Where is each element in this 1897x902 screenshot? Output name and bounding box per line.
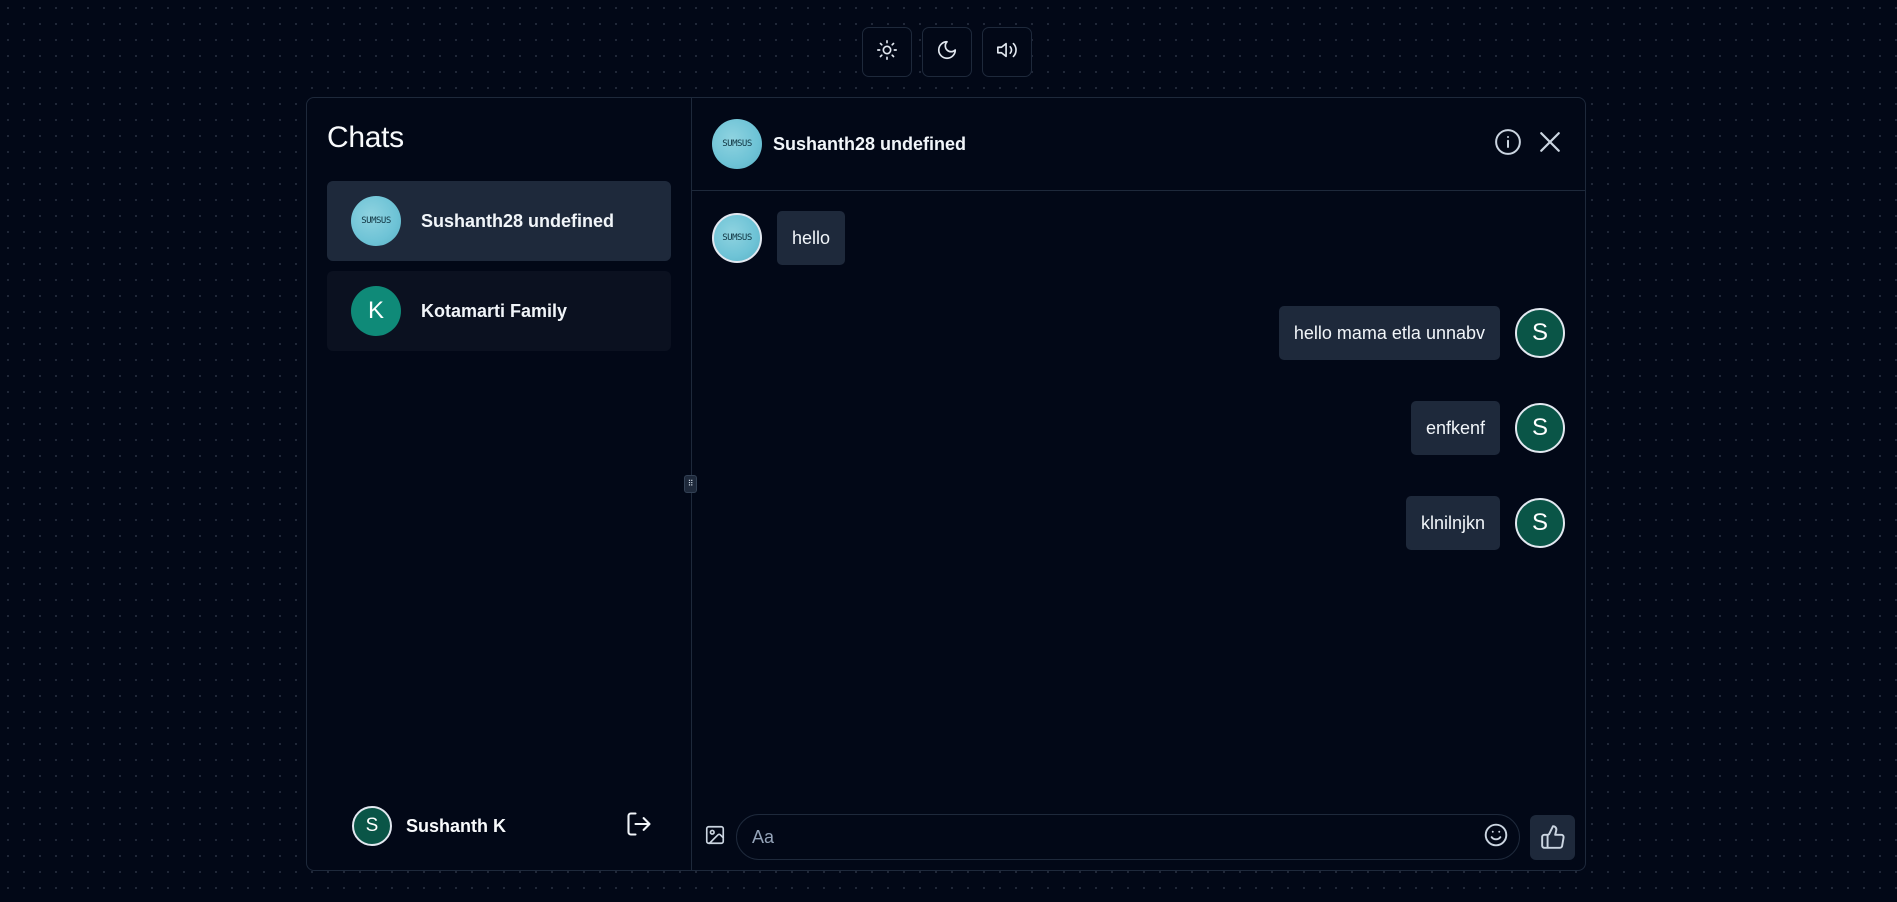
sidebar-title: Chats xyxy=(327,121,404,154)
message-composer xyxy=(692,804,1585,870)
logout-icon xyxy=(625,811,653,842)
emoji-button[interactable] xyxy=(1483,822,1509,853)
message-input[interactable] xyxy=(752,826,1483,848)
message-bubble: hello xyxy=(777,211,846,265)
conversation-title: Sushanth28 undefined xyxy=(773,133,967,154)
theme-toolbar xyxy=(862,27,1032,77)
emoji-icon xyxy=(1484,823,1508,846)
avatar[interactable]: SUMSUS xyxy=(712,119,762,169)
info-icon xyxy=(1495,128,1521,155)
current-user[interactable]: S Sushanth K xyxy=(352,806,506,846)
avatar-image-text: SUMSUS xyxy=(361,216,391,226)
message-outgoing: klnilnjkn S xyxy=(1405,496,1565,550)
message-outgoing: hello mama etla unnabv S xyxy=(1278,306,1565,360)
avatar: S xyxy=(1515,308,1565,358)
chat-list-item-name: Sushanth28 undefined xyxy=(421,210,615,231)
thumbs-up-icon xyxy=(1540,825,1565,849)
like-button[interactable] xyxy=(1530,814,1575,860)
conversation: SUMSUS Sushanth28 undefined SUMSUS hello… xyxy=(692,98,1585,870)
chat-list-item-name: Kotamarti Family xyxy=(421,300,568,321)
message-incoming: SUMSUS hello xyxy=(712,211,846,265)
message-bubble: enfkenf xyxy=(1410,401,1500,455)
dark-mode-button[interactable] xyxy=(922,27,972,77)
message-list: SUMSUS hello hello mama etla unnabv S en… xyxy=(692,191,1585,804)
sun-icon xyxy=(876,39,898,66)
sound-button[interactable] xyxy=(982,27,1032,77)
current-user-name: Sushanth K xyxy=(406,815,507,836)
chat-list-item-sushanth28[interactable]: SUMSUS Sushanth28 undefined xyxy=(327,181,671,261)
avatar: SUMSUS xyxy=(712,213,762,263)
logout-button[interactable] xyxy=(625,810,653,843)
avatar-image-text: SUMSUS xyxy=(722,139,752,149)
message-bubble: hello mama etla unnabv xyxy=(1278,306,1500,360)
conversation-header: SUMSUS Sushanth28 undefined xyxy=(692,98,1585,191)
avatar: S xyxy=(1515,498,1565,548)
message-outgoing: enfkenf S xyxy=(1410,401,1565,455)
header-actions xyxy=(1493,127,1565,162)
attach-image-button[interactable] xyxy=(704,824,726,851)
avatar: S xyxy=(1515,403,1565,453)
chat-panel: Chats SUMSUS Sushanth28 undefined K Kota… xyxy=(306,97,1586,871)
speaker-icon xyxy=(996,39,1018,66)
avatar: K xyxy=(351,286,401,336)
current-user-bar: S Sushanth K xyxy=(352,806,653,846)
avatar: S xyxy=(352,806,392,846)
info-button[interactable] xyxy=(1493,127,1523,162)
chat-list: SUMSUS Sushanth28 undefined K Kotamarti … xyxy=(327,181,671,351)
chat-list-item-kotamarti-family[interactable]: K Kotamarti Family xyxy=(327,271,671,351)
close-button[interactable] xyxy=(1535,127,1565,162)
sidebar: Chats SUMSUS Sushanth28 undefined K Kota… xyxy=(307,98,697,870)
moon-icon xyxy=(936,39,958,66)
close-icon xyxy=(1540,131,1560,152)
avatar: SUMSUS xyxy=(351,196,401,246)
message-bubble: klnilnjkn xyxy=(1405,496,1500,550)
message-input-wrapper xyxy=(736,814,1520,860)
image-icon xyxy=(705,825,725,844)
light-mode-button[interactable] xyxy=(862,27,912,77)
avatar-image-text: SUMSUS xyxy=(722,233,752,243)
